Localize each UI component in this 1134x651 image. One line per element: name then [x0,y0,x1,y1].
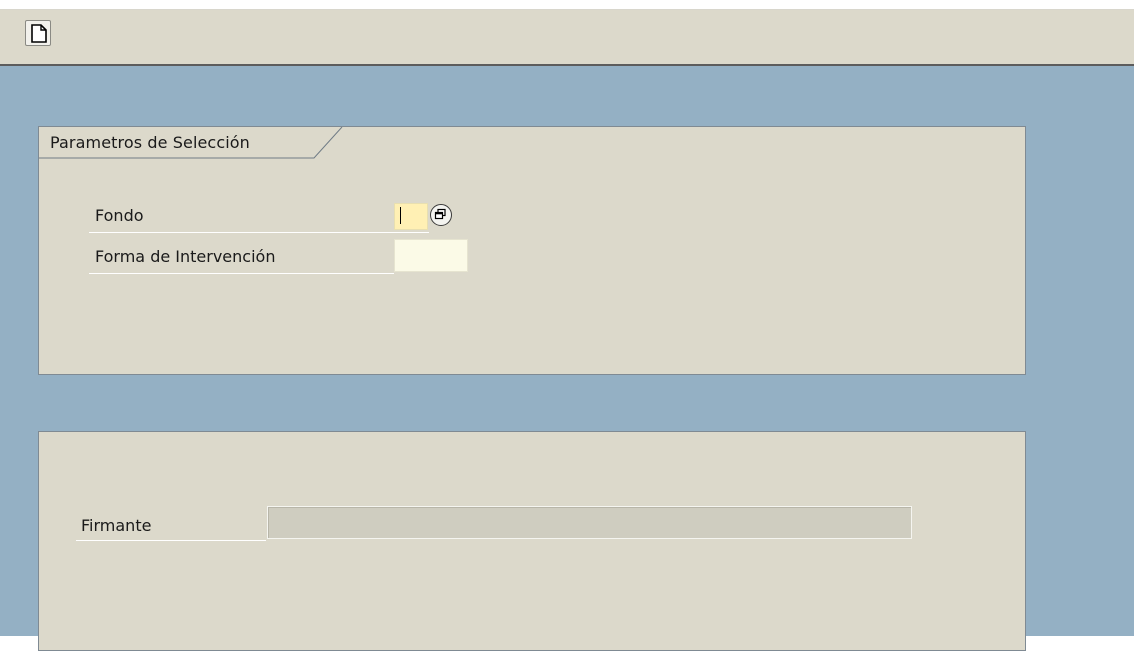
firmante-label: Firmante [81,516,152,535]
forma-intervencion-input[interactable] [394,239,468,272]
fondo-input[interactable] [394,203,428,230]
signer-group: Firmante [38,431,1026,651]
fondo-label: Fondo [95,206,144,225]
group-title: Parametros de Selección [50,133,250,152]
forma-intervencion-label: Forma de Intervención [95,247,276,266]
text-caret [400,207,401,224]
selection-parameters-group: Parametros de Selección Fondo Forma de I… [38,126,1026,375]
value-help-icon [434,208,446,220]
fondo-value-help-button[interactable] [430,204,452,226]
firmante-label-underline [76,540,266,541]
fondo-label-underline [89,232,429,233]
forma-intervencion-label-underline [89,273,394,274]
new-document-button[interactable] [25,20,51,46]
firmante-input[interactable] [267,506,912,539]
application-toolbar [0,10,1134,66]
new-document-icon [31,24,47,43]
window-top-strip [0,0,1134,10]
